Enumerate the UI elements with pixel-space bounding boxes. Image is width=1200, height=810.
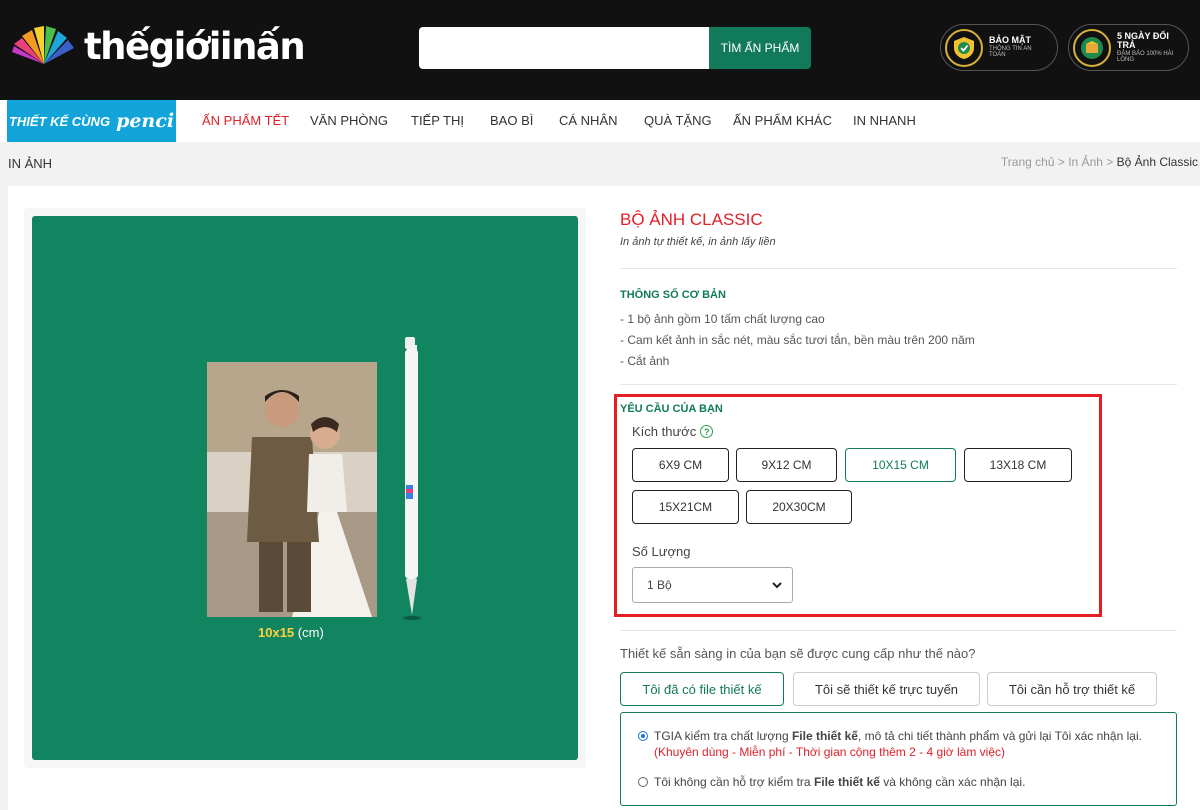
size-option-13x18[interactable]: 13X18 CM	[964, 448, 1072, 482]
nav-brand-label: THIẾT KẾ CÙNG	[8, 113, 111, 129]
nav-item-ca-nhan[interactable]: CÁ NHÂN	[559, 100, 618, 142]
penci-logo: penci	[116, 110, 175, 132]
nav-item-an-pham-khac[interactable]: ẤN PHẨM KHÁC	[733, 100, 832, 142]
option-text: TGIA kiểm tra chất lượng	[654, 729, 792, 743]
tab-have-design-file[interactable]: Tôi đã có file thiết kế	[620, 672, 784, 706]
divider	[620, 384, 1177, 385]
chevron-down-icon	[772, 582, 782, 589]
file-check-options	[620, 712, 1177, 806]
product-title: BỘ ẢNH CLASSIC	[620, 210, 763, 229]
help-icon[interactable]: ?	[700, 425, 714, 438]
product-subtitle: In ảnh tự thiết kế, in ảnh lấy liền	[620, 236, 776, 248]
size-option-6x9[interactable]: 6X9 CM	[632, 448, 729, 482]
specs-title: THÔNG SỐ CƠ BẢN	[620, 289, 726, 301]
supply-question: Thiết kế sẵn sàng in của bạn sẽ được cun…	[620, 646, 976, 661]
size-option-20x30[interactable]: 20X30CM	[746, 490, 852, 524]
size-option-15x21[interactable]: 15X21CM	[632, 490, 739, 524]
breadcrumb: Trang chủ > In Ảnh > Bộ Ảnh Classic	[1001, 155, 1198, 169]
nav-item-an-pham-tet[interactable]: ẤN PHẨM TẾT	[202, 100, 289, 142]
badge-subtitle: THÔNG TIN AN TOÀN	[989, 45, 1032, 59]
tab-design-support[interactable]: Tôi cần hỗ trợ thiết kế	[987, 672, 1157, 706]
spec-line: - Cam kết ảnh in sắc nét, màu sắc tươi t…	[620, 333, 975, 347]
nav-item-bao-bi[interactable]: BAO BÌ	[490, 100, 533, 142]
option-check-file-label: TGIA kiểm tra chất lượng File thiết kế, …	[654, 729, 1142, 743]
quantity-value: 1 Bộ	[647, 578, 672, 592]
sample-photo	[207, 362, 377, 617]
badge-title: 5 NGÀY ĐỔI TRẢ	[1117, 30, 1169, 51]
caption-unit: (cm)	[297, 625, 324, 640]
nav-item-tiep-thi[interactable]: TIẾP THỊ	[411, 100, 464, 142]
search-button[interactable]: TÌM ẤN PHẨM	[709, 27, 811, 69]
site-logo[interactable]: thếgiớiinấn	[10, 20, 306, 72]
search-input[interactable]	[419, 27, 709, 69]
option-text-bold: File thiết kế	[813, 775, 880, 789]
request-title: YÊU CẦU CỦA BẠN	[620, 403, 723, 415]
nav-item-in-nhanh[interactable]: IN NHANH	[853, 100, 916, 142]
divider	[620, 268, 1177, 269]
breadcrumb-separator: >	[1057, 155, 1065, 169]
badge-subtitle: ĐẢM BẢO 100% HÀI LÒNG	[1117, 50, 1174, 63]
return-policy-badge: 5 NGÀY ĐỔI TRẢ ĐẢM BẢO 100% HÀI LÒNG	[1068, 24, 1189, 71]
quantity-select[interactable]: 1 Bộ	[632, 567, 793, 603]
pen-scale-reference	[402, 337, 421, 620]
breadcrumb-home[interactable]: Trang chủ	[1001, 155, 1055, 169]
breadcrumb-separator: >	[1106, 155, 1114, 169]
option-no-check-label: Tôi không cần hỗ trợ kiểm tra File thiết…	[654, 775, 1025, 789]
logo-fan-icon	[12, 26, 74, 64]
option-text-bold: File thiết kế	[791, 729, 858, 743]
nav-item-qua-tang[interactable]: QUÀ TẶNG	[644, 100, 712, 142]
radio-check-file[interactable]	[638, 731, 648, 741]
quantity-label: Số Lượng	[632, 544, 691, 559]
pen-icon	[403, 337, 421, 620]
shield-check-icon	[954, 36, 974, 59]
option-recommend-note: (Khuyên dùng - Miễn phí - Thời gian cộng…	[654, 745, 1006, 759]
option-text: , mô tả chi tiết thành phẩm và gửi lại T…	[857, 729, 1142, 743]
divider	[620, 630, 1177, 631]
logo-text: thếgiớiinấn	[84, 24, 306, 68]
tab-design-online[interactable]: Tôi sẽ thiết kế trực tuyến	[793, 672, 980, 706]
breadcrumb-current: Bộ Ảnh Classic	[1116, 155, 1198, 169]
box-return-icon	[1081, 36, 1103, 59]
nav-item-van-phong[interactable]: VĂN PHÒNG	[310, 100, 388, 142]
size-option-9x12[interactable]: 9X12 CM	[736, 448, 837, 482]
size-option-10x15[interactable]: 10X15 CM	[845, 448, 956, 482]
option-text: Tôi không cần hỗ trợ kiểm tra	[654, 775, 814, 789]
spec-line: - Cắt ảnh	[620, 354, 670, 368]
category-title: IN ẢNH	[8, 156, 53, 171]
image-size-caption: 10x15 (cm)	[258, 625, 324, 640]
caption-size: 10x15	[258, 625, 295, 640]
breadcrumb-category[interactable]: In Ảnh	[1068, 155, 1103, 169]
badge-title: BẢO MẬT	[989, 35, 1031, 46]
option-text: và không cần xác nhận lại.	[879, 775, 1026, 789]
couple-photo-illustration	[207, 362, 377, 617]
size-label-text: Kích thước	[632, 424, 697, 439]
nav-design-with-penci[interactable]: THIẾT KẾ CÙNG penci	[7, 100, 176, 142]
spec-line: - 1 bộ ảnh gồm 10 tấm chất lượng cao	[620, 312, 825, 326]
security-badge: BẢO MẬT THÔNG TIN AN TOÀN	[940, 24, 1058, 71]
size-label: Kích thước ?	[632, 424, 714, 439]
radio-no-check[interactable]	[638, 777, 648, 787]
